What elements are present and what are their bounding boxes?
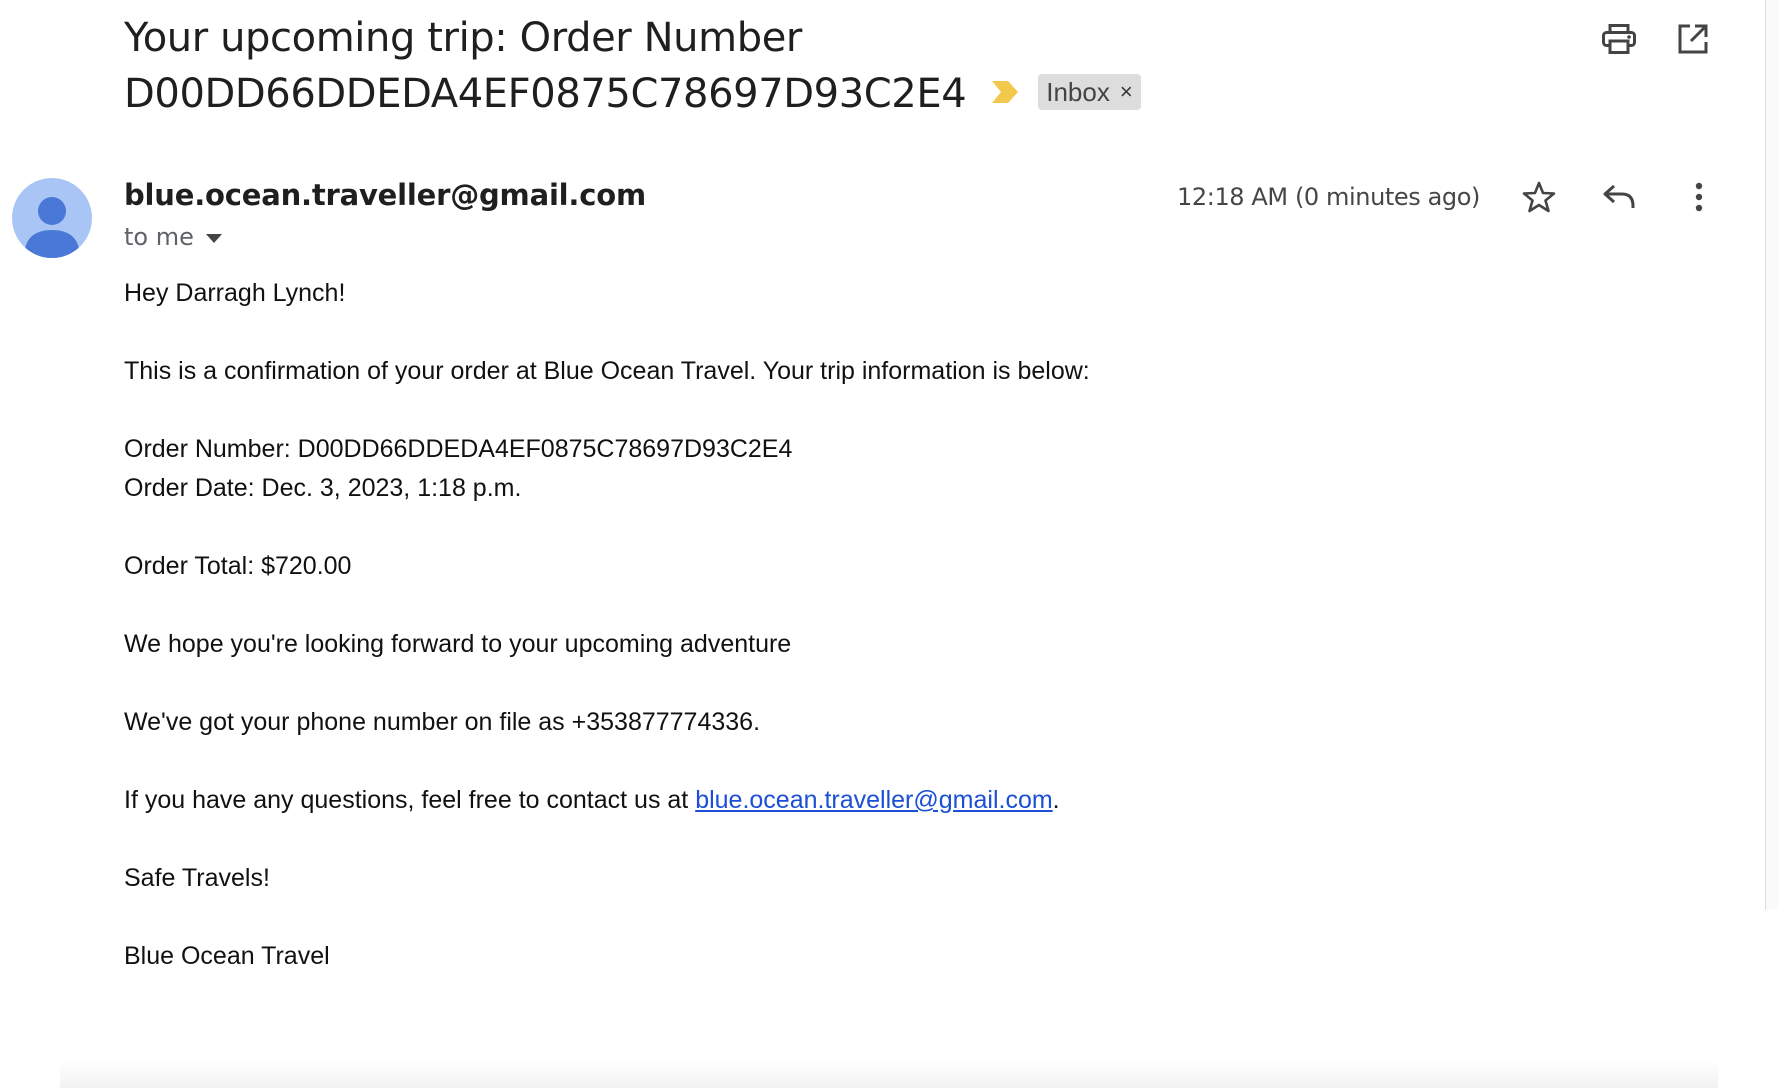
star-icon[interactable]: [1520, 178, 1558, 216]
more-vert-icon[interactable]: [1680, 178, 1718, 216]
label-chip-text: Inbox: [1046, 77, 1110, 107]
subject-line-1: Your upcoming trip: Order Number: [124, 15, 802, 61]
reply-icon[interactable]: [1600, 178, 1638, 216]
recipient-text: to me: [124, 223, 194, 251]
body-phone: We've got your phone number on file as +…: [124, 708, 761, 736]
recipient-line: to me: [124, 223, 222, 251]
subject-line-2: D00DD66DDEDA4EF0875C78697D93C2E4 Inbox ×: [124, 66, 1524, 122]
label-chip-inbox: Inbox ×: [1038, 74, 1141, 110]
scrollbar[interactable]: [1765, 0, 1778, 910]
bottom-divider: [60, 1060, 1718, 1088]
chevron-down-icon[interactable]: [205, 234, 222, 243]
body-order-total: Order Total: $720.00: [124, 552, 352, 580]
contact-email-link[interactable]: blue.ocean.traveller@gmail.com: [695, 786, 1052, 814]
importance-marker-icon[interactable]: [992, 81, 1019, 103]
print-icon[interactable]: [1600, 20, 1638, 58]
remove-label-button[interactable]: ×: [1120, 64, 1133, 120]
body-order-date: Order Date: Dec. 3, 2023, 1:18 p.m.: [124, 474, 522, 502]
body-contact-prefix: If you have any questions, feel free to …: [124, 786, 696, 814]
message-timestamp: 12:18 AM (0 minutes ago): [1177, 183, 1480, 211]
message-body: Hey Darragh Lynch! This is a confirmatio…: [124, 274, 1524, 976]
thread-toolbar: [1600, 20, 1712, 58]
subject-order-number: D00DD66DDEDA4EF0875C78697D93C2E4: [124, 71, 967, 117]
body-hope: We hope you're looking forward to your u…: [124, 630, 792, 658]
body-order-number: Order Number: D00DD66DDEDA4EF0875C78697D…: [124, 435, 793, 463]
body-signoff: Safe Travels!: [124, 864, 270, 892]
body-greeting: Hey Darragh Lynch!: [124, 279, 346, 307]
open-in-new-icon[interactable]: [1674, 20, 1712, 58]
body-intro: This is a confirmation of your order at …: [124, 357, 1090, 385]
body-contact: If you have any questions, feel free to …: [124, 781, 1524, 820]
sender-email: blue.ocean.traveller@gmail.com: [124, 178, 646, 212]
sender-avatar: [12, 178, 92, 258]
body-signature: Blue Ocean Travel: [124, 942, 330, 970]
message-actions: 12:18 AM (0 minutes ago): [1177, 178, 1718, 216]
person-icon: [24, 197, 80, 258]
body-contact-suffix: .: [1052, 786, 1060, 814]
email-subject: Your upcoming trip: Order Number D00DD66…: [124, 10, 1524, 122]
